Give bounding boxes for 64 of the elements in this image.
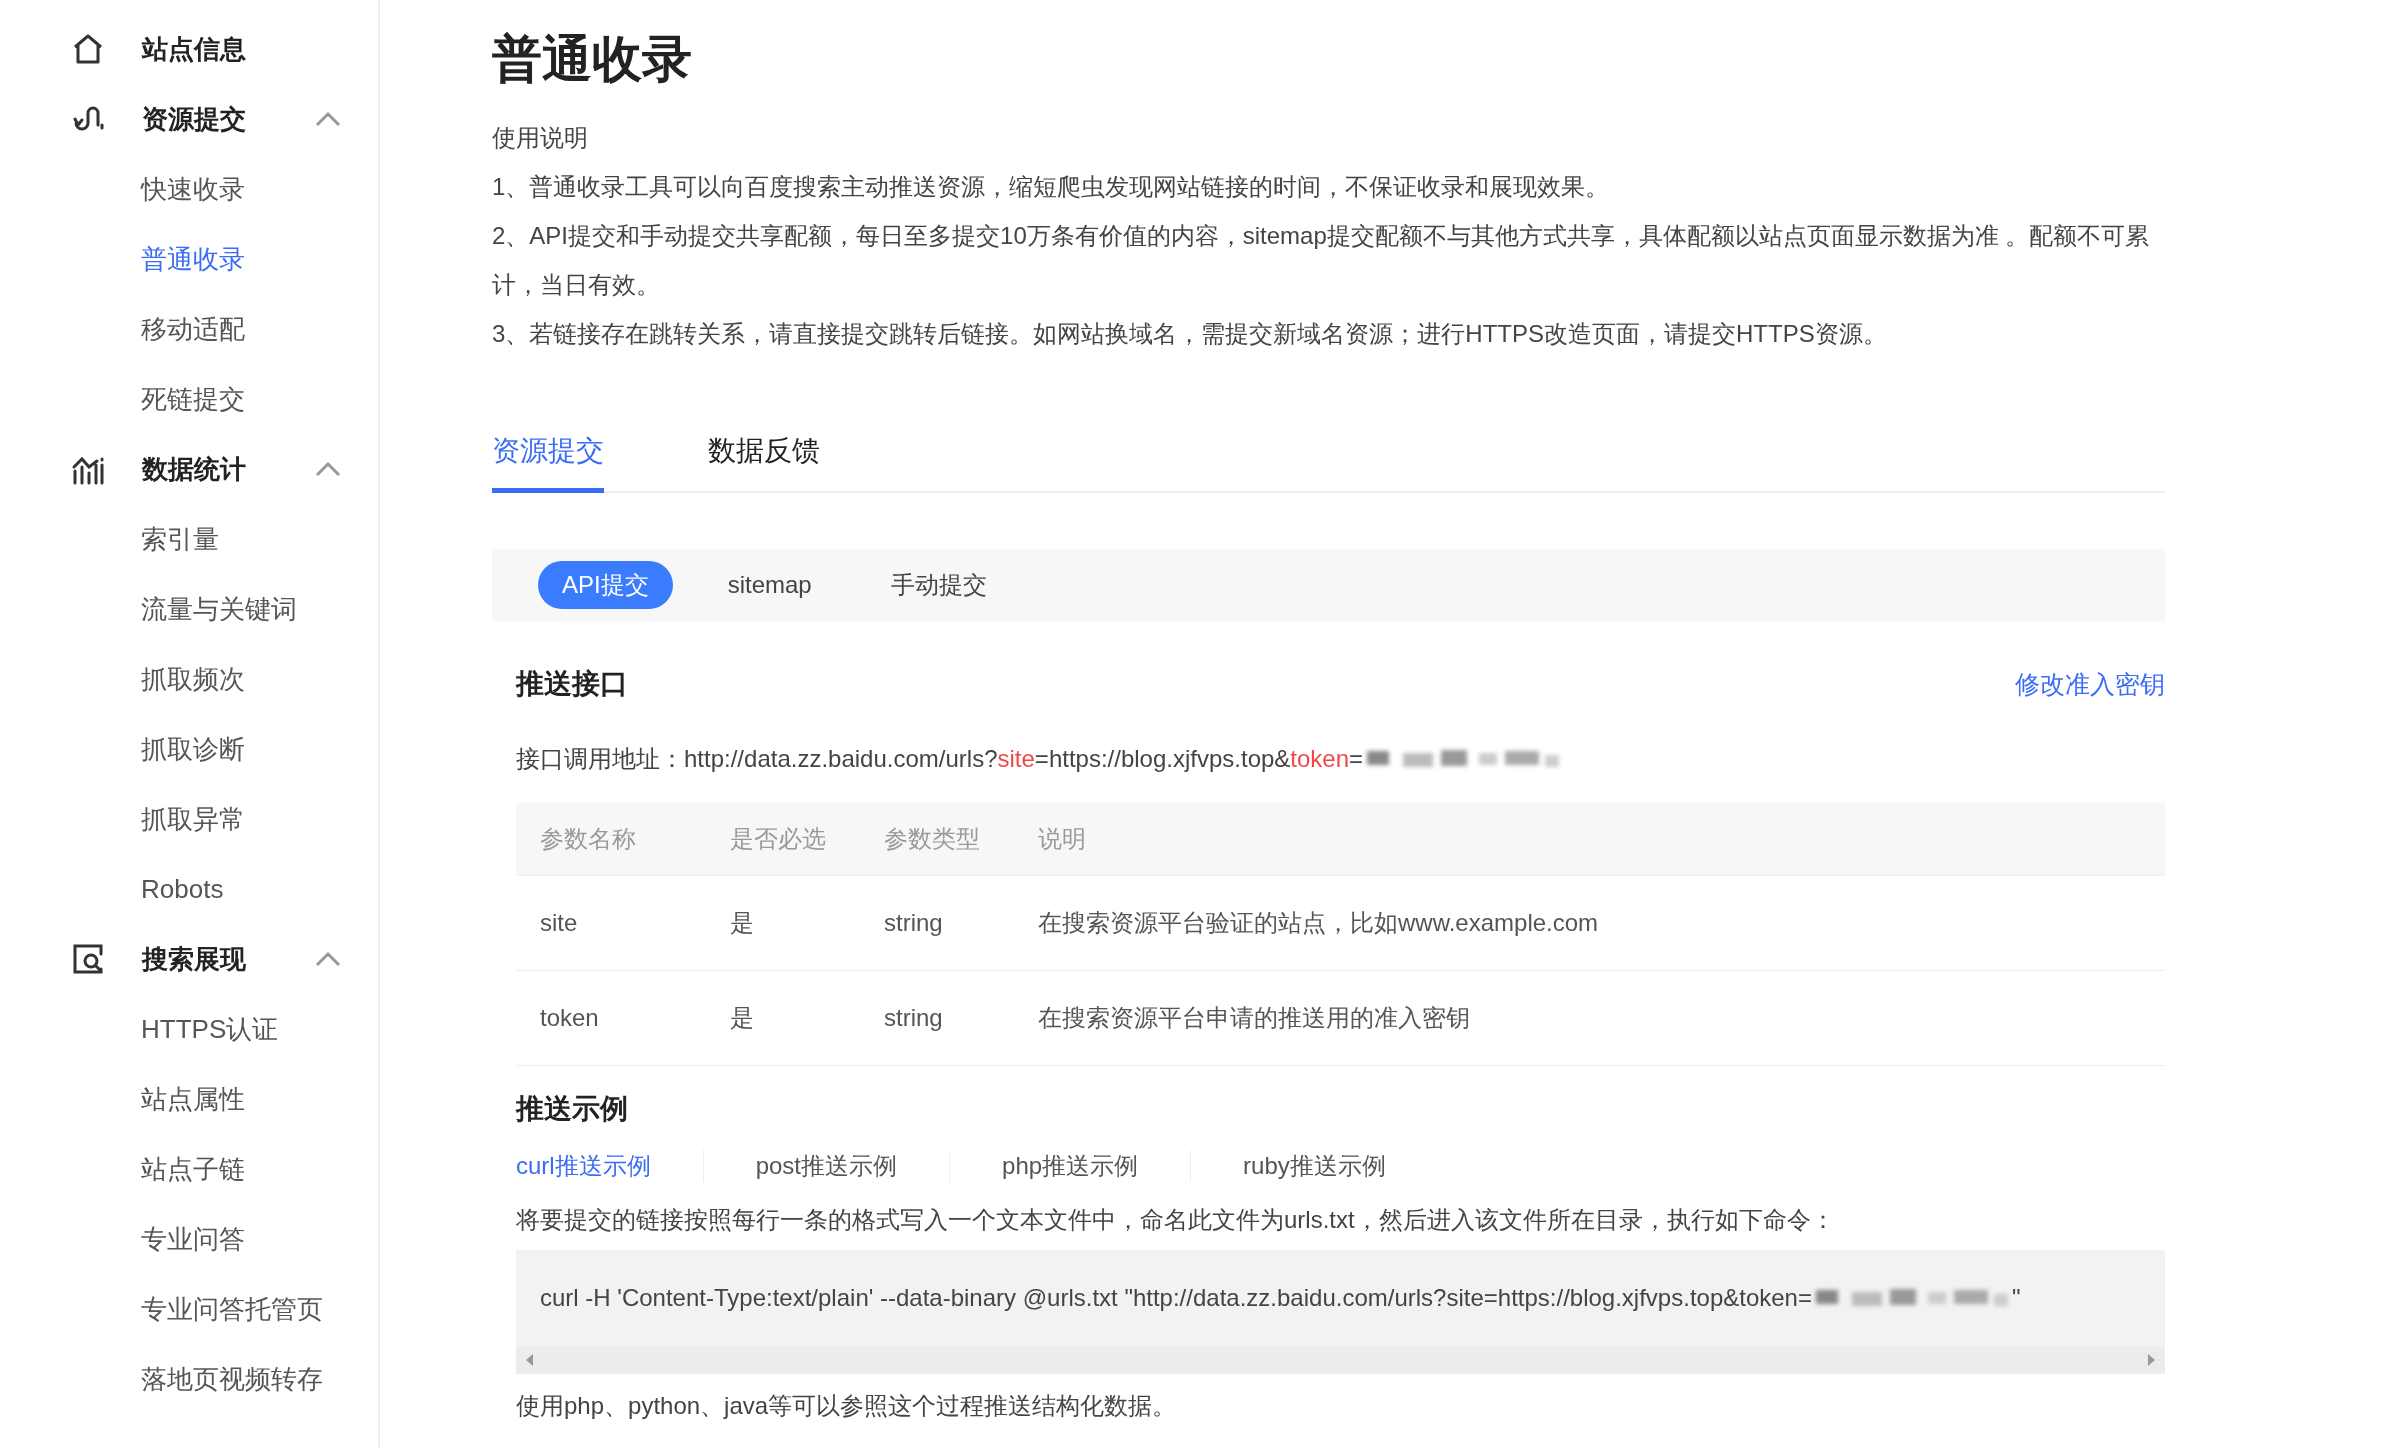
column-header: 说明 (1038, 824, 1087, 854)
example-tab[interactable]: php推送示例 (1002, 1150, 1192, 1182)
sidebar-item[interactable]: 抓取频次 (0, 644, 378, 714)
instruction-text: 将要提交的链接按照每行一条的格式写入一个文本文件中，命名此文件为urls.txt，然后进入该文件所在目录，执行如下命令： (516, 1205, 1836, 1235)
sidebar-item[interactable]: 索引量 (0, 504, 378, 574)
column-header: 是否必选 (730, 824, 827, 854)
scroll-left-icon[interactable] (526, 1354, 534, 1366)
example-tab[interactable]: ruby推送示例 (1243, 1150, 1438, 1182)
table-cell-text: 在搜索资源平台验证的站点，比如www.example.com (1038, 908, 1600, 938)
tab[interactable]: 资源提交 (492, 432, 604, 493)
sidebar-item[interactable]: 抓取诊断 (0, 714, 378, 784)
table-cell-text: 是 (730, 1003, 755, 1033)
sidebar-item[interactable]: Robots (0, 854, 378, 924)
scroll-right-icon[interactable] (2147, 1354, 2155, 1366)
edit-key-link[interactable]: 修改准入密钥 (2015, 667, 2165, 701)
subtab[interactable]: sitemap (702, 561, 837, 609)
table-cell-text: token (540, 1004, 600, 1032)
chevron-up-icon[interactable] (314, 110, 342, 128)
subtab[interactable]: API提交 (538, 561, 673, 609)
sidebar-item[interactable]: 专业问答 (0, 1204, 378, 1274)
section-heading: 推送接口 (516, 667, 628, 701)
sidebar-group[interactable]: 搜索展现 (0, 924, 378, 994)
code-text: curl -H 'Content-Type:text/plain' --data-binary @urls.txt "http://data.zz.baidu.com/urls?site=https://blog.xjfvps.top&token= (540, 1284, 1812, 1312)
column-header: 参数名称 (540, 824, 637, 854)
table-cell-text: string (884, 1004, 944, 1032)
horizontal-scrollbar[interactable] (516, 1346, 2165, 1374)
usage-text: 3、若链接存在跳转关系，请直接提交跳转后链接。如网站换域名，需提交新域名资源；进行HTTPS改造页面，请提交HTTPS资源。 (492, 319, 1888, 349)
sidebar-item[interactable]: 死链提交 (0, 364, 378, 434)
sidebar-group-label: 搜索展现 (142, 942, 247, 976)
sidebar-item[interactable]: 落地页视频转存 (0, 1344, 378, 1414)
column-header: 参数类型 (884, 824, 981, 854)
chevron-up-icon[interactable] (314, 950, 342, 968)
usage-text: 1、普通收录工具可以向百度搜索主动推送资源，缩短爬虫发现网站链接的时间，不保证收录和展现效果。 (492, 172, 1611, 202)
sidebar-group-label: 站点信息 (142, 32, 247, 66)
table-cell-text: 在搜索资源平台申请的推送用的准入密钥 (1038, 1003, 1471, 1033)
code-text: " (2012, 1284, 2021, 1312)
sidebar-group[interactable]: 站点信息 (0, 14, 378, 84)
subtab[interactable]: 手动提交 (866, 561, 1011, 609)
chevron-up-icon[interactable] (314, 460, 342, 478)
tab[interactable]: 数据反馈 (708, 432, 820, 493)
example-tab[interactable]: post推送示例 (755, 1150, 951, 1182)
api-url-text: 接口调用地址：http://data.zz.baidu.com/urls?site=https://blog.xjfvps.top&token= (516, 744, 1364, 774)
note-text: 使用php、python、java等可以参照这个过程推送结构化数据。 (516, 1391, 1178, 1421)
sidebar-group-label: 资源提交 (142, 102, 247, 136)
sidebar-item[interactable]: 快速收录 (0, 154, 378, 224)
sidebar-item[interactable]: 抓取异常 (0, 784, 378, 854)
table-cell-text: site (540, 909, 579, 937)
sidebar-item[interactable]: 站点属性 (0, 1064, 378, 1134)
table-cell-text: string (884, 909, 944, 937)
table-cell-text: 是 (730, 908, 755, 938)
sidebar-item[interactable]: HTTPS认证 (0, 994, 378, 1064)
sidebar-group-label: 数据统计 (142, 452, 247, 486)
sidebar-item[interactable]: 专业问答托管页 (0, 1274, 378, 1344)
sidebar-item[interactable]: 站点子链 (0, 1134, 378, 1204)
sidebar-group[interactable]: 资源提交 (0, 84, 378, 154)
sidebar-item[interactable]: 移动适配 (0, 294, 378, 364)
usage-text: 2、API提交和手动提交共享配额，每日至多提交10万条有价值的内容，sitemap提交配额不与其他方式共享，具体配额以站点页面显示数据为准 。配额不可累计，当日有效。 (492, 221, 2151, 300)
sidebar-group[interactable]: 数据统计 (0, 434, 378, 504)
example-tab[interactable]: curl推送示例 (516, 1150, 704, 1182)
page-title: 普通收录 (492, 30, 693, 89)
section-heading: 推送示例 (516, 1092, 629, 1126)
sidebar-item[interactable]: 流量与关键词 (0, 574, 378, 644)
usage-heading: 使用说明 (492, 123, 589, 153)
sidebar-item[interactable]: 普通收录 (0, 224, 378, 294)
